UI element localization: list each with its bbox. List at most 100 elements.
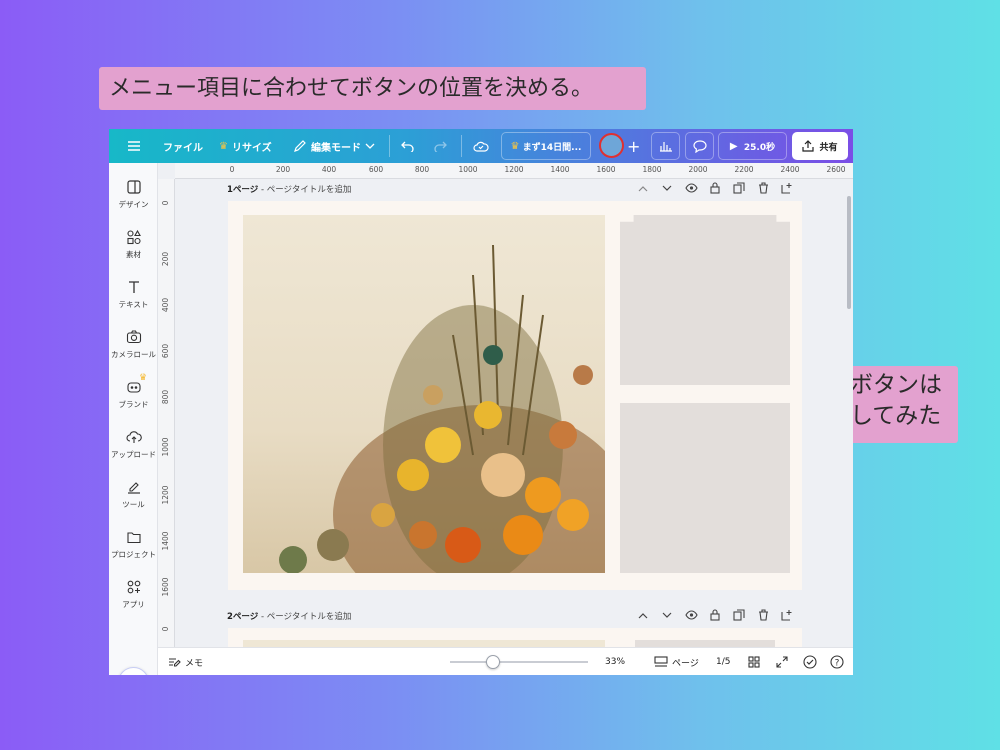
duplicate-icon[interactable] <box>732 181 746 195</box>
sidebar-item-design[interactable]: デザイン <box>109 179 158 210</box>
sidebar-item-tools[interactable]: ツール <box>109 479 158 510</box>
check-button[interactable] <box>803 648 817 675</box>
eye-icon[interactable] <box>684 181 698 195</box>
plus-icon: + <box>627 136 641 156</box>
zoom-slider-thumb[interactable] <box>486 655 500 669</box>
add-page-icon[interactable] <box>780 608 794 622</box>
lock-icon[interactable] <box>708 608 722 622</box>
ruler-tick: 0 <box>229 165 235 174</box>
dried-flowers-photo[interactable] <box>243 215 605 573</box>
ruler-tick: 600 <box>161 343 170 359</box>
top-toolbar: ファイル ♛ リサイズ 編集モード ♛ まず14日間... + ▶ 25.0秒 … <box>109 129 853 163</box>
ruler-tick: 1600 <box>596 165 616 174</box>
design-icon <box>126 180 141 194</box>
left-sidebar: デザイン 素材 テキスト カメラロール ♛ ブランド アップロード ツール プロ… <box>109 163 158 675</box>
duplicate-icon[interactable] <box>732 608 746 622</box>
page-counter[interactable]: 1/5 <box>716 648 730 675</box>
undo-button[interactable] <box>401 129 415 163</box>
play-icon: ▶ <box>729 140 738 152</box>
zoom-slider-track[interactable] <box>450 661 588 663</box>
sidebar-item-elements[interactable]: 素材 <box>109 229 158 260</box>
ruler-tick: 1400 <box>550 165 570 174</box>
comments-button[interactable] <box>685 132 714 160</box>
sidebar-item-projects[interactable]: プロジェクト <box>109 529 158 560</box>
page-title-placeholder: - ページタイトルを追加 <box>258 612 352 622</box>
help-button[interactable]: ? <box>830 648 844 675</box>
text-icon <box>128 281 139 293</box>
fullscreen-icon <box>776 656 788 668</box>
trash-icon[interactable] <box>756 608 770 622</box>
resize-label: リサイズ <box>231 142 272 154</box>
chevron-up-icon[interactable] <box>636 181 650 195</box>
sidebar-item-label: 素材 <box>126 250 141 259</box>
page-1-canvas[interactable] <box>228 201 802 590</box>
sidebar-item-text[interactable]: テキスト <box>109 279 158 310</box>
eye-icon[interactable] <box>684 608 698 622</box>
folder-icon <box>126 532 141 544</box>
trial-button[interactable]: ♛ まず14日間... <box>501 132 591 160</box>
resize-menu[interactable]: ♛ リサイズ <box>219 129 272 163</box>
page-2-label[interactable]: 2ページ - ページタイトルを追加 <box>227 610 351 622</box>
page-counter-value: 1/5 <box>716 657 731 667</box>
pages-button[interactable]: ページ <box>654 648 699 675</box>
chevron-down-icon[interactable] <box>660 608 674 622</box>
chevron-down-icon[interactable] <box>660 181 674 195</box>
share-label: 共有 <box>819 142 838 153</box>
tools-icon <box>127 482 140 494</box>
add-page-icon[interactable] <box>780 181 794 195</box>
sidebar-item-brand[interactable]: ♛ ブランド <box>109 373 158 410</box>
zoom-value: 33% <box>605 657 626 667</box>
photo-frame-top[interactable] <box>620 215 790 385</box>
elements-icon <box>126 229 141 245</box>
page-2-frame-edge <box>635 640 775 647</box>
ruler-tick: 1200 <box>504 165 524 174</box>
sidebar-item-label: デザイン <box>118 200 149 209</box>
redo-button[interactable] <box>433 129 447 163</box>
annotation-callout-top: メニュー項目に合わせてボタンの位置を決める。 <box>99 67 646 110</box>
edit-mode-dropdown[interactable]: 編集モード <box>293 129 375 163</box>
file-menu[interactable]: ファイル <box>163 129 203 163</box>
present-button[interactable]: ▶ 25.0秒 <box>718 132 787 160</box>
page-1-label[interactable]: 1ページ - ページタイトルを追加 <box>227 183 351 195</box>
bottom-bar: メモ 33% ページ 1/5 ? <box>158 647 853 675</box>
undo-icon <box>401 141 414 152</box>
lock-icon[interactable] <box>708 181 722 195</box>
chevron-up-icon[interactable] <box>636 608 650 622</box>
ruler-tick: 200 <box>275 165 291 174</box>
page-1-tools <box>636 181 794 195</box>
avatar[interactable] <box>599 133 624 158</box>
menu-button[interactable] <box>127 129 141 163</box>
zoom-level[interactable]: 33% <box>605 648 625 675</box>
page-2-photo-edge <box>243 640 605 647</box>
share-button[interactable]: 共有 <box>792 132 848 160</box>
magic-assistant-button[interactable] <box>118 667 149 675</box>
canvas-scrollbar[interactable] <box>847 196 851 309</box>
fullscreen-button[interactable] <box>776 648 788 675</box>
upload-icon <box>126 431 142 443</box>
ruler-tick: 800 <box>161 389 170 405</box>
redo-icon <box>434 141 447 152</box>
add-collaborator-button[interactable]: + <box>627 129 640 163</box>
chevron-down-icon <box>365 143 375 149</box>
sidebar-item-upload[interactable]: アップロード <box>109 429 158 460</box>
grid-view-button[interactable] <box>748 648 760 675</box>
sidebar-item-apps[interactable]: アプリ <box>109 579 158 610</box>
bar-chart-icon <box>659 142 672 152</box>
insights-button[interactable] <box>651 132 680 160</box>
photo-frame-bottom[interactable] <box>620 403 790 573</box>
sidebar-item-label: アップロード <box>111 450 156 459</box>
ruler-tick: 400 <box>161 297 170 313</box>
check-circle-icon <box>803 655 817 669</box>
ruler-tick: 2000 <box>688 165 708 174</box>
page-2-canvas[interactable] <box>228 628 802 647</box>
camera-icon <box>126 330 141 344</box>
notes-button[interactable]: メモ <box>168 648 203 675</box>
ruler-tick: 1000 <box>458 165 478 174</box>
grid-icon <box>748 656 760 668</box>
sidebar-item-camera-roll[interactable]: カメラロール <box>109 329 158 360</box>
cloud-save-status[interactable] <box>473 129 489 163</box>
ruler-tick: 1600 <box>161 577 170 597</box>
ruler-tick: 200 <box>161 251 170 267</box>
sidebar-item-label: テキスト <box>118 300 149 309</box>
trash-icon[interactable] <box>756 181 770 195</box>
